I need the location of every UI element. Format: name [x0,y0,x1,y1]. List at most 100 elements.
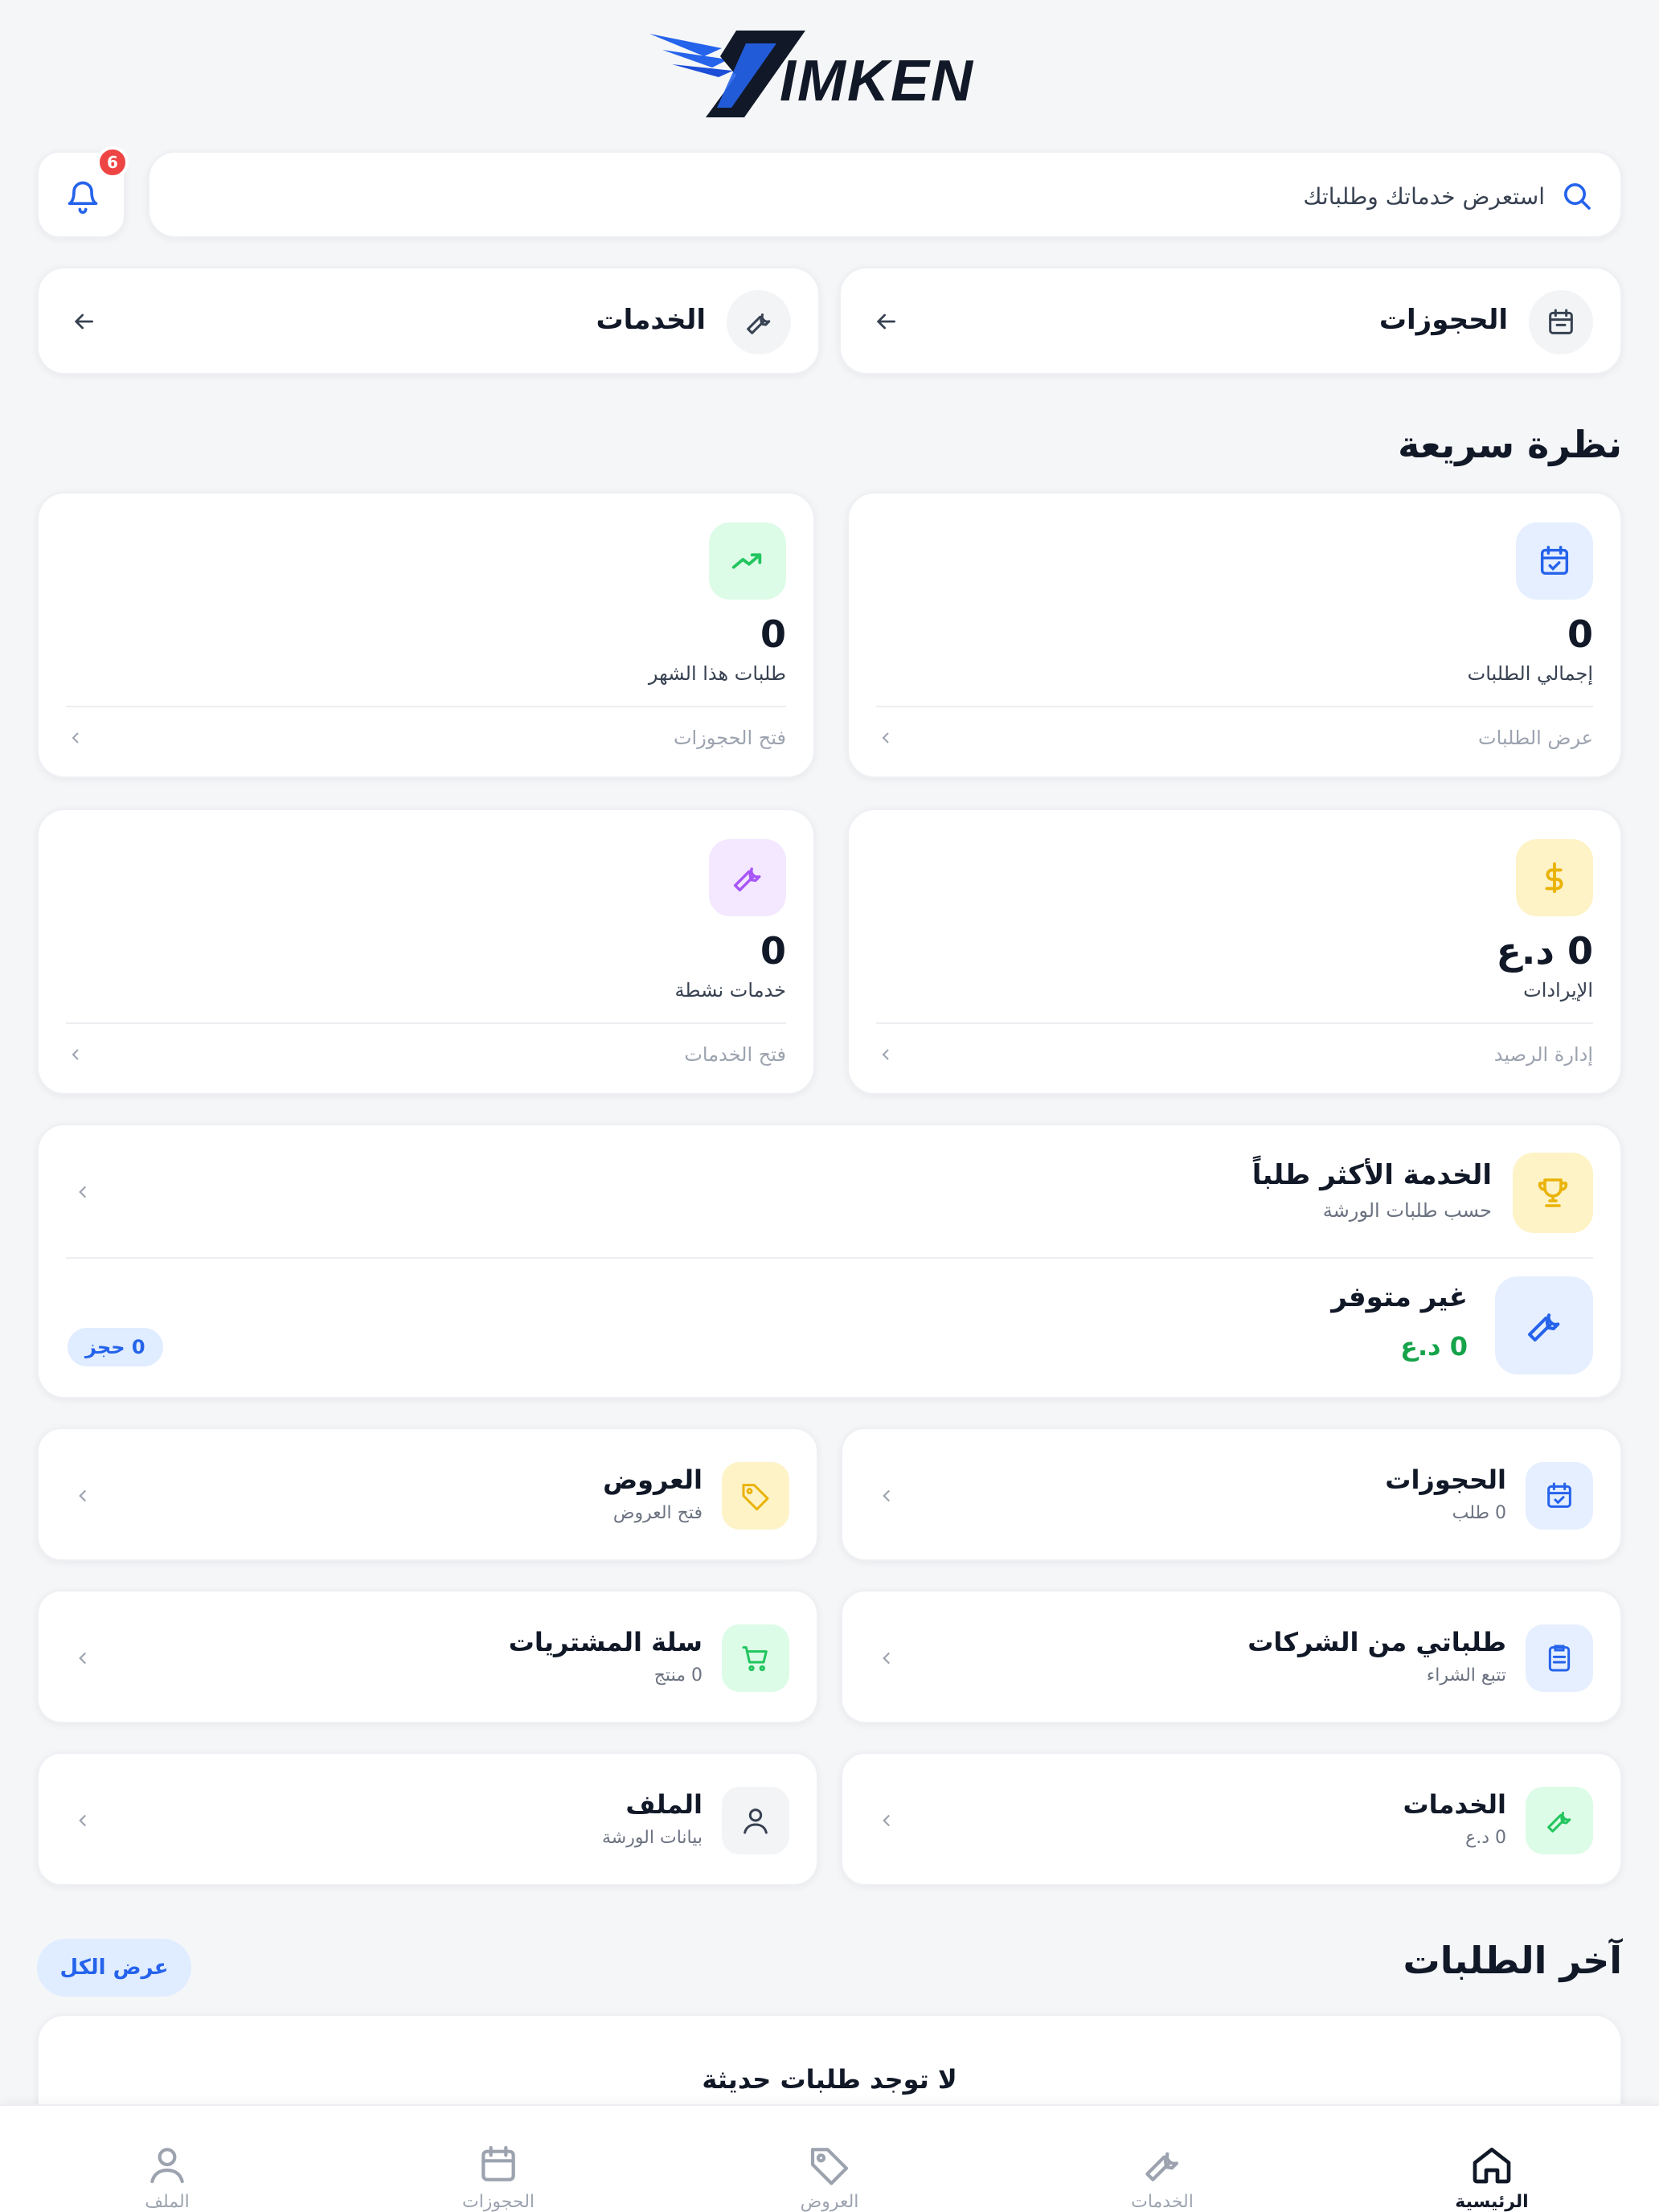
search-icon [1564,183,1591,210]
stat-card-revenue[interactable]: 0 د.ع الإيرادات إدارة الرصيد [847,809,1622,1095]
wrench-icon [1547,1812,1571,1833]
wrench-icon-box [1526,1787,1593,1854]
quick-link-subtitle: 0 منتج [653,1665,703,1686]
shortcut-label: الخدمات [596,304,706,336]
wrench-icon-box [727,290,791,354]
calendar-check-icon-box [1526,1462,1593,1530]
arrow-left-icon [873,309,899,338]
cart-icon-box [722,1624,789,1692]
search-input[interactable] [339,175,1545,217]
stat-link[interactable]: عرض الطلبات [1478,727,1593,749]
calendar-check-icon-box [1516,522,1593,600]
quick-link-title: الملف [625,1789,703,1820]
chevron-left-icon [66,1043,85,1069]
booking-count-text: 0 حجز [85,1336,145,1358]
chevron-left-icon [876,727,895,752]
quick-link-subtitle: تتبع الشراء [1426,1665,1506,1686]
divider [876,1022,1593,1024]
recent-title: آخر الطلبات [1403,1939,1622,1982]
stat-label: الإيرادات [1523,979,1593,1002]
quick-link-subtitle: بيانات الورشة [601,1828,703,1848]
divider [66,1257,1593,1259]
top-service-price: 0 د.ع [1400,1331,1468,1362]
chevron-left-icon [876,1809,897,1836]
nav-label: الرئيسية [1455,2192,1529,2212]
quick-link-title: سلة المشتريات [508,1627,703,1657]
chevron-left-icon [876,1484,897,1511]
chevron-left-icon [72,1484,93,1511]
stat-label: خدمات نشطة [674,979,786,1002]
empty-state-text: لا توجد طلبات حديثة [702,2064,957,2095]
user-icon [150,2148,184,2184]
quick-link-bookings[interactable]: الحجوزات 0 طلب [841,1428,1622,1561]
quick-link-cart[interactable]: سلة المشتريات 0 منتج [37,1590,818,1723]
chevron-left-icon [72,1646,93,1673]
chevron-left-icon [876,1043,895,1069]
nav-offers[interactable]: العروض [749,2142,910,2212]
notification-count: 6 [107,153,118,172]
trophy-icon-box [1513,1153,1593,1233]
arrow-left-icon [71,309,96,338]
wrench-icon [1527,1313,1560,1342]
nav-label: الملف [145,2192,190,2212]
calendar-check-icon [1547,1482,1571,1508]
top-service-card[interactable]: الخدمة الأكثر طلباً حسب طلبات الورشة غير… [37,1124,1622,1399]
dollar-icon [1545,862,1563,894]
tag-icon-box [722,1462,789,1530]
overview-title: نظرة سريعة [1398,423,1622,466]
trophy-icon [1538,1178,1568,1207]
stat-card-total-requests[interactable]: 0 إجمالي الطلبات عرض الطلبات [847,492,1622,778]
top-service-subtitle: حسب طلبات الورشة [1322,1199,1492,1222]
divider [876,706,1593,707]
dollar-icon-box [1516,839,1593,916]
user-icon-box [722,1787,789,1854]
nav-bookings[interactable]: الحجوزات [418,2142,579,2212]
view-all-button[interactable]: عرض الكل [37,1939,191,1997]
stat-value: 0 [760,929,786,973]
chevron-left-icon [72,1809,93,1836]
quick-link-title: الخدمات [1403,1789,1506,1820]
logo-text: IMKEN [780,49,974,113]
home-icon [1473,2148,1511,2184]
quick-link-title: طلباتي من الشركات [1247,1627,1506,1657]
brand-logo: IMKEN [648,27,1018,121]
quick-link-subtitle: 0 د.ع [1465,1828,1506,1848]
tag-icon [742,1484,769,1511]
nav-profile[interactable]: الملف [87,2142,248,2212]
quick-link-profile[interactable]: الملف بيانات الورشة [37,1752,818,1886]
shortcut-services[interactable]: الخدمات [37,267,820,375]
stat-value: 0 د.ع [1496,929,1593,973]
user-icon [743,1809,768,1834]
search-bar[interactable] [148,151,1622,238]
view-all-label: عرض الكل [59,1956,169,1980]
quick-link-company-orders[interactable]: طلباتي من الشركات تتبع الشراء [841,1590,1622,1723]
nav-services[interactable]: الخدمات [1082,2142,1243,2212]
stat-value: 0 [1567,612,1593,656]
calendar-check-icon [1540,546,1569,576]
tag-icon [810,2148,849,2185]
stat-card-monthly-requests[interactable]: 0 طلبات هذا الشهر فتح الحجوزات [37,492,815,778]
quick-link-title: العروض [603,1464,703,1495]
trending-up-icon [731,553,762,569]
stat-link[interactable]: إدارة الرصيد [1494,1043,1593,1066]
quick-link-services[interactable]: الخدمات 0 د.ع [841,1752,1622,1886]
notification-badge: 6 [96,146,129,178]
stat-link[interactable]: فتح الخدمات [684,1043,786,1066]
wrench-icon [1145,2152,1179,2181]
stat-label: طلبات هذا الشهر [648,662,786,685]
quick-link-offers[interactable]: العروض فتح العروض [37,1428,818,1561]
shortcut-bookings[interactable]: الحجوزات [839,267,1622,375]
calendar-icon [481,2145,515,2181]
quick-link-subtitle: فتح العروض [612,1503,703,1523]
chevron-left-icon [72,1180,93,1207]
stat-value: 0 [760,612,786,656]
stat-link[interactable]: فتح الحجوزات [674,727,786,749]
top-service-title: الخدمة الأكثر طلباً [1251,1159,1492,1191]
booking-count-badge: 0 حجز [68,1328,163,1366]
wrench-icon-box [1495,1276,1593,1374]
divider [66,1022,786,1024]
stat-card-active-services[interactable]: 0 خدمات نشطة فتح الخدمات [37,809,815,1095]
chevron-left-icon [876,1646,897,1673]
top-service-name: غير متوفر [1331,1281,1468,1313]
nav-home[interactable]: الرئيسية [1411,2142,1572,2212]
